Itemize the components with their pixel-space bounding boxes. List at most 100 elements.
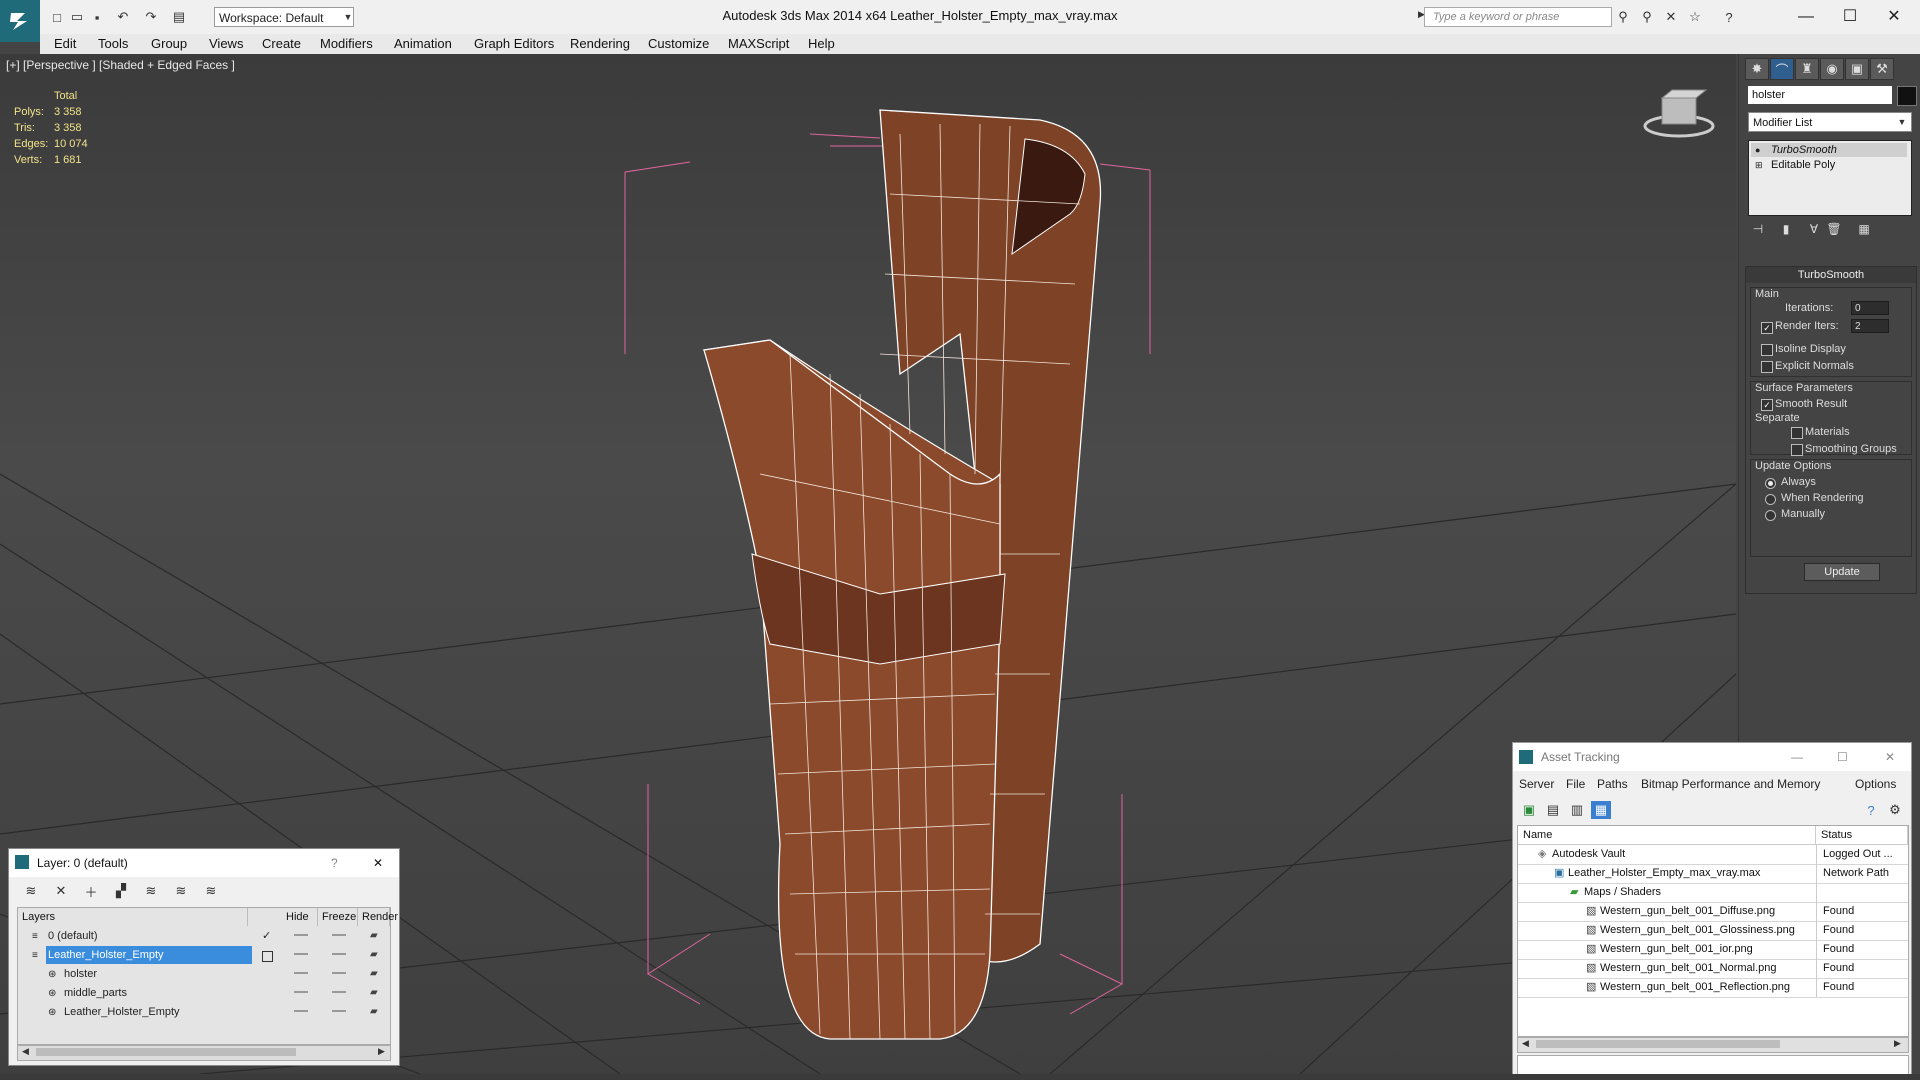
freeze-all-icon[interactable]: ≋ [201, 881, 221, 901]
menu-modifiers[interactable]: Modifiers [320, 36, 373, 51]
freeze-column-header[interactable]: Freeze [318, 908, 358, 926]
layer-name[interactable]: 0 (default) [46, 927, 252, 945]
motion-tab-icon[interactable]: ◉ [1820, 58, 1844, 80]
asset-menu-bitmap-performance[interactable]: Bitmap Performance and Memory [1641, 777, 1820, 791]
save-icon[interactable]: ▪ [88, 8, 106, 26]
render-teapot-icon[interactable]: ▰ [370, 1007, 382, 1017]
menu-maxscript[interactable]: MAXScript [728, 36, 789, 51]
new-file-icon[interactable]: □ [48, 8, 66, 26]
modify-tab-icon[interactable]: ⌒ [1770, 58, 1794, 80]
layer-row[interactable]: ⊛ holster ▰ [18, 965, 390, 984]
scroll-right-icon[interactable]: ▶ [378, 1046, 385, 1057]
asset-row[interactable]: ▰ Maps / Shaders [1518, 883, 1908, 903]
utilities-tab-icon[interactable]: ⚒ [1870, 58, 1894, 80]
menu-create[interactable]: Create [262, 36, 301, 51]
layer-name[interactable]: Leather_Holster_Empty [46, 946, 252, 964]
create-tab-icon[interactable]: ✸ [1745, 58, 1769, 80]
layer-row[interactable]: ≡ 0 (default) ✓ ▰ [18, 927, 390, 946]
help-icon[interactable]: ? [1861, 801, 1881, 819]
layer-row[interactable]: ⊛ Leather_Holster_Empty ▰ [18, 1003, 390, 1022]
render-column-header[interactable]: Render [358, 908, 398, 926]
layer-dialog-titlebar[interactable]: Layer: 0 (default) ? ✕ [9, 849, 399, 877]
layers-column-header[interactable]: Layers [18, 908, 248, 926]
toggle-dash[interactable] [294, 972, 308, 974]
display-tab-icon[interactable]: ▣ [1845, 58, 1869, 80]
holster-model[interactable] [702, 109, 1102, 1040]
render-teapot-icon[interactable]: ▰ [370, 931, 382, 941]
configure-sets-icon[interactable]: ▦ [1855, 220, 1873, 238]
isoline-checkbox[interactable] [1761, 344, 1773, 356]
status-column-header[interactable]: Status [1816, 826, 1908, 845]
stack-item-editable-poly[interactable]: ⊞ Editable Poly [1751, 158, 1907, 172]
asset-menu-options[interactable]: Options [1855, 777, 1896, 791]
minimize-button[interactable]: — [1786, 4, 1826, 30]
manually-radio[interactable] [1765, 510, 1776, 521]
hide-all-icon[interactable]: ≋ [171, 881, 191, 901]
chevron-down-icon[interactable]: ▼ [340, 7, 356, 27]
render-teapot-icon[interactable]: ▰ [370, 969, 382, 979]
layer-row[interactable]: ≡ Leather_Holster_Empty ▰ [18, 946, 390, 965]
add-to-layer-icon[interactable]: ＋ [81, 881, 101, 901]
asset-dialog-titlebar[interactable]: Asset Tracking — ☐ ✕ [1513, 743, 1911, 771]
render-iters-spinner[interactable]: 2 [1851, 319, 1889, 333]
chevron-down-icon[interactable]: ▼ [1893, 112, 1911, 132]
communication-icon[interactable]: ✕ [1662, 8, 1680, 26]
layer-name[interactable]: middle_parts [62, 984, 232, 1002]
maximize-icon[interactable]: ☐ [1837, 743, 1848, 771]
render-teapot-icon[interactable]: ▰ [370, 950, 382, 960]
subscription-icon[interactable]: ⚲ [1638, 8, 1656, 26]
maximize-button[interactable]: ☐ [1830, 4, 1870, 30]
minimize-icon[interactable]: — [1791, 743, 1803, 771]
smoothing-groups-checkbox[interactable] [1791, 444, 1803, 456]
delete-layer-icon[interactable]: ✕ [51, 881, 71, 901]
search-input[interactable]: Type a keyword or phrase [1424, 7, 1612, 27]
hierarchy-tab-icon[interactable]: ♜ [1795, 58, 1819, 80]
menu-graph-editors[interactable]: Graph Editors [474, 36, 554, 51]
asset-row[interactable]: ▧ Western_gun_belt_001_Diffuse.png Found [1518, 902, 1908, 922]
toggle-dash[interactable] [332, 1010, 346, 1012]
workspace-dropdown[interactable]: Workspace: Default [214, 7, 354, 27]
asset-horizontal-scrollbar[interactable]: ◀ ▶ [1517, 1037, 1909, 1053]
asset-menu-server[interactable]: Server [1519, 777, 1554, 791]
when-rendering-radio[interactable] [1765, 494, 1776, 505]
menu-views[interactable]: Views [209, 36, 243, 51]
help-icon[interactable]: ? [1720, 8, 1738, 26]
menu-rendering[interactable]: Rendering [570, 36, 630, 51]
render-teapot-icon[interactable]: ▰ [370, 988, 382, 998]
select-objects-icon[interactable]: ▞ [111, 881, 131, 901]
viewcube-icon[interactable] [1642, 84, 1716, 144]
help-icon[interactable]: ? [331, 849, 338, 877]
menu-animation[interactable]: Animation [394, 36, 452, 51]
expand-plus-icon[interactable]: ⊞ [1755, 158, 1763, 172]
hide-column-header[interactable]: Hide [282, 908, 318, 926]
show-end-result-icon[interactable]: ▮ [1777, 220, 1795, 238]
settings-icon[interactable]: ⚙ [1885, 801, 1905, 819]
undo-icon[interactable]: ↶ [114, 8, 132, 26]
asset-row[interactable]: ▧ Western_gun_belt_001_ior.png Found [1518, 940, 1908, 960]
rollout-header[interactable]: TurboSmooth [1746, 267, 1916, 283]
project-folder-icon[interactable]: ▤ [170, 8, 188, 26]
object-name-field[interactable]: holster [1748, 86, 1892, 104]
remove-modifier-icon[interactable]: 🗑 [1825, 220, 1843, 238]
highlight-layer-icon[interactable]: ≋ [141, 881, 161, 901]
layer-name[interactable]: Leather_Holster_Empty [62, 1003, 232, 1021]
list-view-icon[interactable]: ▤ [1543, 801, 1563, 819]
toggle-dash[interactable] [294, 934, 308, 936]
layer-horizontal-scrollbar[interactable]: ◀ ▶ [17, 1045, 391, 1061]
scroll-left-icon[interactable]: ◀ [22, 1046, 29, 1057]
set-current-box[interactable] [262, 951, 273, 962]
update-button[interactable]: Update [1804, 563, 1880, 581]
close-icon[interactable]: ✕ [373, 849, 383, 877]
make-unique-icon[interactable]: ∀ [1805, 220, 1823, 238]
always-radio[interactable] [1765, 478, 1776, 489]
materials-checkbox[interactable] [1791, 427, 1803, 439]
menu-customize[interactable]: Customize [648, 36, 709, 51]
asset-row[interactable]: ▣ Leather_Holster_Empty_max_vray.max Netwo… [1518, 864, 1908, 884]
current-layer-check-icon[interactable]: ✓ [262, 927, 271, 946]
asset-row[interactable]: ◈ Autodesk Vault Logged Out ... [1518, 845, 1908, 865]
layer-name[interactable]: holster [62, 965, 232, 983]
binoculars-icon[interactable]: ⚲ [1614, 8, 1632, 26]
asset-row[interactable]: ▧ Western_gun_belt_001_Reflection.png Foun… [1518, 978, 1908, 998]
scroll-left-icon[interactable]: ◀ [1522, 1038, 1529, 1049]
toggle-dash[interactable] [294, 953, 308, 955]
